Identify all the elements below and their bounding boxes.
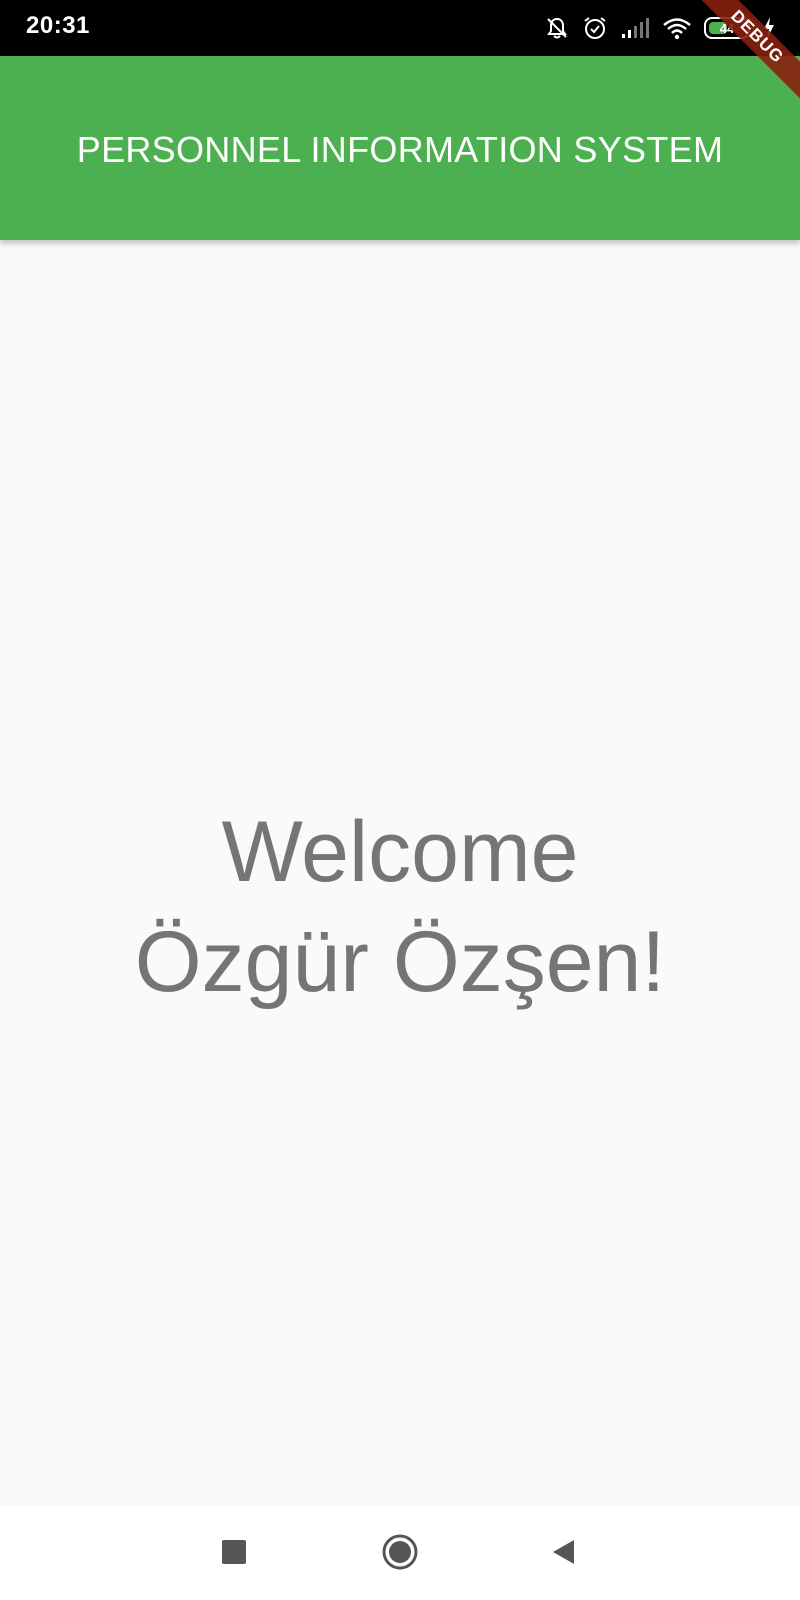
page-title: PERSONNEL INFORMATION SYSTEM [76, 129, 724, 170]
main-content: Welcome Özgür Özşen! [0, 240, 800, 1506]
mute-icon [544, 15, 570, 41]
navigation-bar [0, 1506, 800, 1600]
user-name-line: Özgür Özşen! [134, 914, 666, 1010]
wifi-icon [662, 16, 692, 40]
welcome-message: Welcome Özgür Özşen! [135, 797, 666, 1017]
recents-button[interactable] [214, 1534, 254, 1574]
welcome-line: Welcome [221, 804, 579, 900]
cell-signal-icon [620, 16, 650, 40]
back-button[interactable] [544, 1534, 584, 1574]
home-button[interactable] [380, 1534, 420, 1574]
status-bar: 20:31 44 [0, 0, 800, 56]
app-bar: PERSONNEL INFORMATION SYSTEM [0, 56, 800, 240]
status-time: 20:31 [26, 12, 90, 39]
back-icon [550, 1538, 578, 1571]
app-screen: 20:31 44 DEBUG PERSONNEL INFORMATION SYS… [0, 0, 800, 1600]
home-icon [381, 1533, 419, 1576]
recents-icon [221, 1539, 247, 1570]
alarm-icon [582, 15, 608, 41]
